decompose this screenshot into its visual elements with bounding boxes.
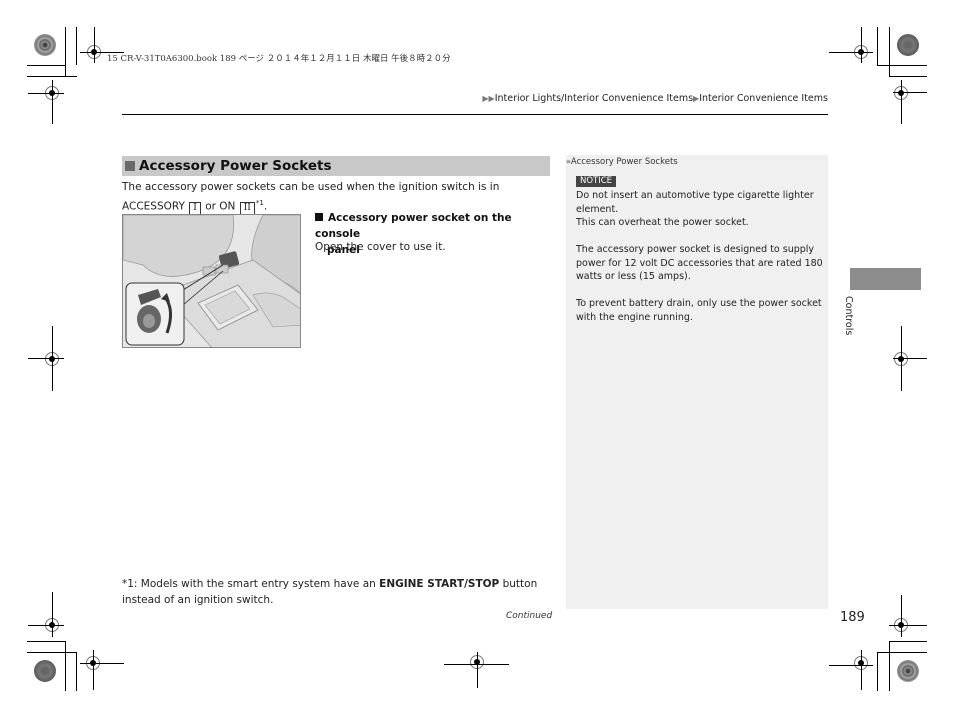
- header-rule: [122, 114, 828, 115]
- subsection-body: Open the cover to use it.: [315, 241, 446, 253]
- footnote: *1: Models with the smart entry system h…: [122, 576, 562, 608]
- breadcrumb-item[interactable]: Interior Convenience Items: [699, 93, 828, 104]
- breadcrumb-item[interactable]: Interior Lights/Interior Convenience Ite…: [495, 93, 693, 104]
- key-on-symbol: II: [239, 201, 255, 215]
- section-title-bar: Accessory Power Sockets: [122, 156, 550, 176]
- intro-text: The accessory power sockets can be used …: [122, 181, 500, 213]
- key-accessory-symbol: I: [189, 201, 201, 215]
- footnote-bold-term: ENGINE START/STOP: [379, 578, 500, 590]
- power-socket-illustration: [123, 215, 300, 347]
- section-title: Accessory Power Sockets: [139, 158, 332, 174]
- sidebar-paragraph: The accessory power socket is designed t…: [576, 244, 823, 282]
- print-header-meta: 15 CR-V-31T0A6300.book 189 ページ ２０１４年１２月１…: [107, 54, 451, 64]
- continued-label[interactable]: Continued: [506, 611, 552, 621]
- color-rosette-icon: [897, 660, 919, 682]
- sidebar-note: »Accessory Power Sockets NOTICE Do not i…: [566, 155, 828, 609]
- subsection-heading-line1: Accessory power socket on the console: [315, 212, 512, 240]
- section-square-icon: [125, 161, 135, 171]
- sidebar-title: »Accessory Power Sockets: [566, 157, 678, 167]
- page-number: 189: [840, 610, 865, 625]
- sidebar-title-text: Accessory Power Sockets: [570, 157, 678, 167]
- breadcrumb-marker-icon: ▶▶: [482, 94, 495, 103]
- sidebar-paragraph: Do not insert an automotive type cigaret…: [576, 190, 814, 228]
- footnote-ref[interactable]: *1: [256, 199, 264, 207]
- intro-text-or: or ON: [205, 200, 236, 213]
- notice-badge: NOTICE: [576, 176, 617, 187]
- footnote-text: *1: Models with the smart entry system h…: [122, 578, 380, 590]
- chapter-tab-label[interactable]: Controls: [843, 296, 854, 335]
- sidebar-paragraph: To prevent battery drain, only use the p…: [576, 298, 822, 323]
- subsection-square-icon: [315, 213, 323, 221]
- chapter-tab[interactable]: [850, 268, 921, 290]
- color-rosette-icon: [34, 660, 56, 682]
- color-rosette-icon: [34, 34, 56, 56]
- intro-period: .: [263, 200, 268, 213]
- color-rosette-icon: [897, 34, 919, 56]
- console-power-socket-figure: [122, 214, 301, 348]
- breadcrumb: ▶▶Interior Lights/Interior Convenience I…: [482, 93, 828, 104]
